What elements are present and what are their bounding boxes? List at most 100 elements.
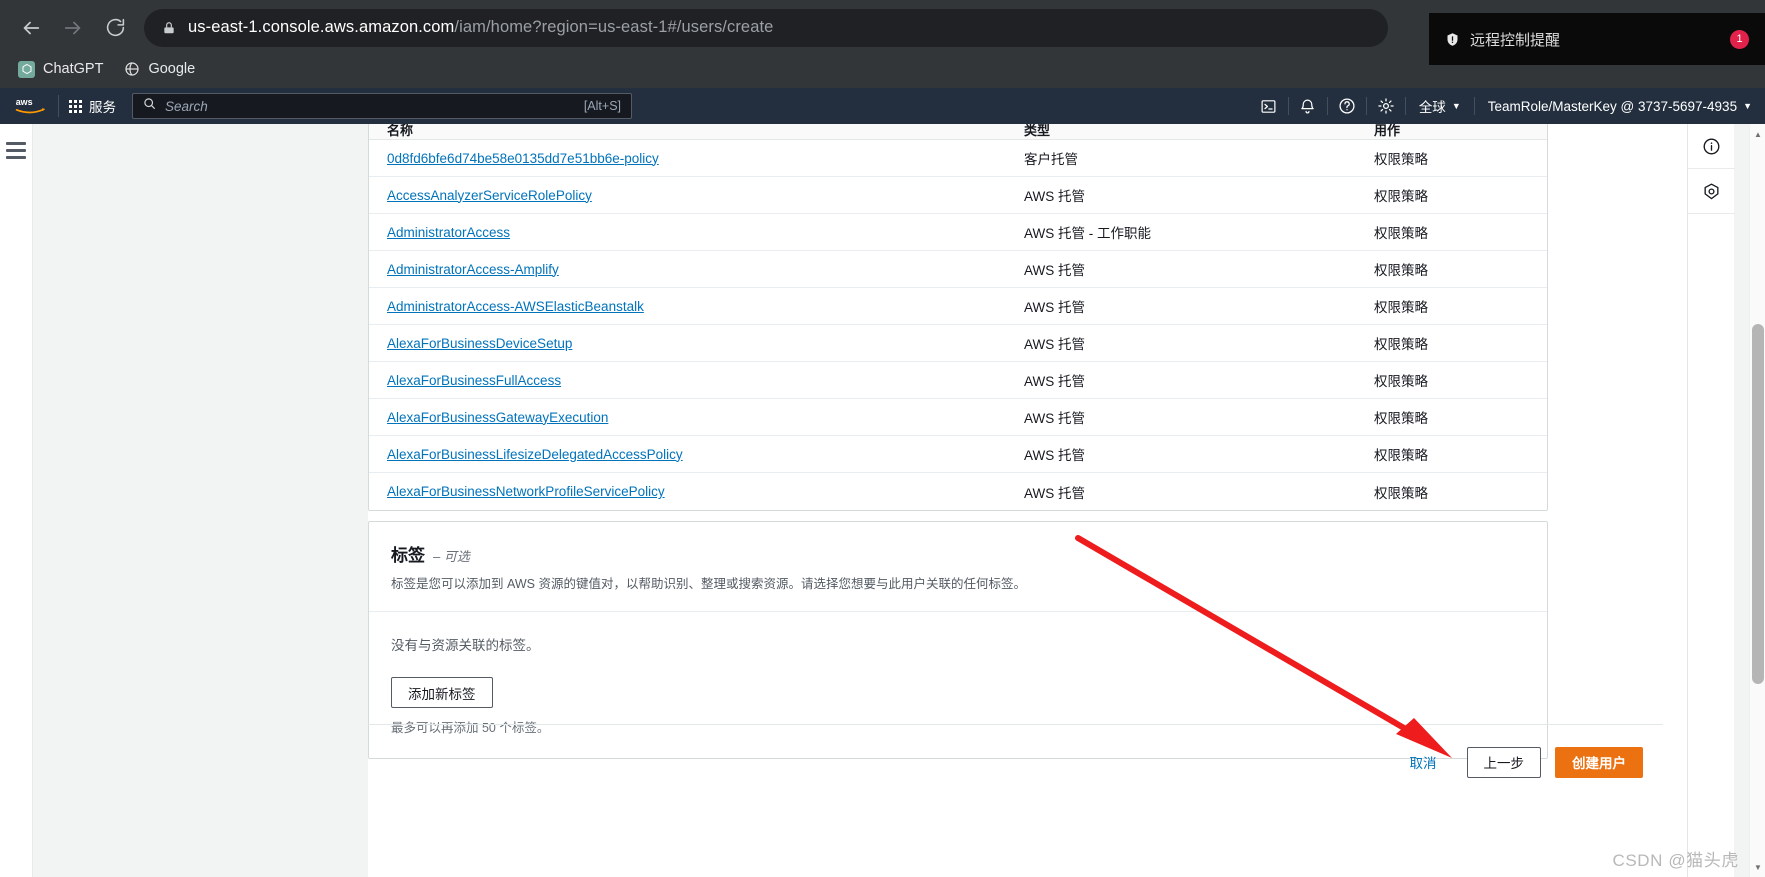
policy-name-cell: AccessAnalyzerServiceRolePolicy bbox=[369, 188, 1024, 203]
create-user-button[interactable]: 创建用户 bbox=[1555, 746, 1643, 778]
aws-logo[interactable]: aws bbox=[0, 95, 58, 117]
policy-used-as-cell: 权限策略 bbox=[1374, 300, 1428, 315]
account-menu[interactable]: TeamRole/MasterKey @ 3737-5697-4935 ▼ bbox=[1475, 88, 1765, 124]
tags-card-header: 标签 – 可选 标签是您可以添加到 AWS 资源的键值对，以帮助识别、整理或搜索… bbox=[369, 522, 1547, 613]
help-question-icon[interactable] bbox=[1328, 88, 1366, 124]
svg-text:aws: aws bbox=[16, 97, 33, 107]
right-gutter bbox=[1734, 124, 1749, 877]
tags-optional-label: – 可选 bbox=[433, 549, 470, 564]
policy-type-cell: AWS 托管 bbox=[1024, 189, 1086, 204]
policy-used-as-cell: 权限策略 bbox=[1374, 411, 1428, 426]
reload-icon[interactable] bbox=[94, 7, 136, 49]
policy-link[interactable]: AdministratorAccess-AWSElasticBeanstalk bbox=[387, 299, 644, 314]
table-row[interactable]: AdministratorAccess-AWSElasticBeanstalk A… bbox=[369, 288, 1547, 325]
policy-type-cell: AWS 托管 bbox=[1024, 300, 1086, 315]
scroll-up-arrow-icon[interactable]: ▲ bbox=[1750, 126, 1765, 142]
column-header-type[interactable]: 类型 bbox=[1024, 124, 1374, 139]
page-body: 名称 类型 用作 0d8fd6bfe6d74be58e0135dd7e51bb6… bbox=[0, 124, 1765, 877]
policy-link[interactable]: AccessAnalyzerServiceRolePolicy bbox=[387, 188, 592, 203]
toast-badge: 1 bbox=[1730, 29, 1749, 49]
page-scrollbar[interactable]: ▲ ▼ bbox=[1749, 124, 1765, 877]
policy-link[interactable]: AdministratorAccess-Amplify bbox=[387, 262, 559, 277]
table-row[interactable]: AdministratorAccess AWS 托管 - 工作职能 权限策略 bbox=[369, 214, 1547, 251]
policy-link[interactable]: AlexaForBusinessDeviceSetup bbox=[387, 336, 572, 351]
tags-title-text: 标签 bbox=[391, 546, 425, 565]
csdn-watermark: CSDN @猫头虎 bbox=[1612, 851, 1739, 870]
policy-name-cell: AlexaForBusinessNetworkProfileServicePol… bbox=[369, 484, 1024, 499]
table-row[interactable]: AlexaForBusinessGatewayExecution AWS 托管 权限… bbox=[369, 399, 1547, 436]
policy-link[interactable]: AlexaForBusinessNetworkProfileServicePol… bbox=[387, 484, 665, 499]
policy-table-card: 名称 类型 用作 0d8fd6bfe6d74be58e0135dd7e51bb6… bbox=[368, 124, 1548, 511]
footer-action-bar: 取消 上一步 创建用户 bbox=[368, 724, 1663, 799]
address-bar-url: us-east-1.console.aws.amazon.com/iam/hom… bbox=[188, 18, 774, 36]
policy-type-cell: AWS 托管 bbox=[1024, 374, 1086, 389]
services-label: 服务 bbox=[89, 100, 116, 115]
shield-alert-icon bbox=[1445, 31, 1460, 48]
region-selector[interactable]: 全球 ▼ bbox=[1406, 88, 1474, 124]
policy-used-as-cell: 权限策略 bbox=[1374, 337, 1428, 352]
policy-link[interactable]: AdministratorAccess bbox=[387, 225, 510, 240]
bookmark-label: ChatGPT bbox=[43, 61, 104, 77]
lock-icon bbox=[162, 20, 176, 36]
policy-type-cell: 客户托管 bbox=[1024, 152, 1078, 167]
policy-link[interactable]: AlexaForBusinessLifesizeDelegatedAccessP… bbox=[387, 447, 683, 462]
policy-used-as-cell: 权限策略 bbox=[1374, 485, 1428, 501]
table-row[interactable]: 0d8fd6bfe6d74be58e0135dd7e51bb6e-policy 客… bbox=[369, 140, 1547, 177]
bookmark-chatgpt[interactable]: ChatGPT bbox=[10, 55, 111, 83]
policy-name-cell: AdministratorAccess-AWSElasticBeanstalk bbox=[369, 299, 1024, 314]
toast-message: 远程控制提醒 bbox=[1470, 31, 1561, 49]
left-gutter bbox=[33, 124, 368, 877]
policy-link[interactable]: AlexaForBusinessGatewayExecution bbox=[387, 410, 608, 425]
search-input[interactable]: Search [Alt+S] bbox=[132, 93, 632, 119]
table-row[interactable]: AlexaForBusinessLifesizeDelegatedAccessP… bbox=[369, 436, 1547, 473]
table-row[interactable]: AccessAnalyzerServiceRolePolicy AWS 托管 权限策… bbox=[369, 177, 1547, 214]
search-placeholder: Search bbox=[165, 98, 208, 114]
tags-description: 标签是您可以添加到 AWS 资源的键值对，以帮助识别、整理或搜索资源。请选择您想… bbox=[391, 577, 1026, 591]
policy-link[interactable]: AlexaForBusinessFullAccess bbox=[387, 373, 561, 388]
column-header-name[interactable]: 名称 bbox=[369, 124, 1024, 139]
policy-name-cell: AlexaForBusinessGatewayExecution bbox=[369, 410, 1024, 425]
remote-control-toast[interactable]: 远程控制提醒 1 bbox=[1429, 13, 1765, 65]
table-row[interactable]: AlexaForBusinessFullAccess AWS 托管 权限策略 bbox=[369, 362, 1547, 399]
cloudshell-icon[interactable] bbox=[1250, 88, 1288, 124]
menu-hamburger-icon[interactable] bbox=[6, 142, 26, 877]
policy-used-as-cell: 权限策略 bbox=[1374, 374, 1428, 389]
table-row[interactable]: AlexaForBusinessDeviceSetup AWS 托管 权限策略 bbox=[369, 325, 1547, 362]
table-row[interactable]: AlexaForBusinessNetworkProfileServicePol… bbox=[369, 473, 1547, 510]
cancel-button[interactable]: 取消 bbox=[1394, 747, 1453, 778]
policy-name-cell: AlexaForBusinessDeviceSetup bbox=[369, 336, 1024, 351]
security-shield-icon[interactable] bbox=[1688, 169, 1735, 214]
account-label: TeamRole/MasterKey @ 3737-5697-4935 bbox=[1487, 98, 1738, 114]
region-label: 全球 bbox=[1418, 100, 1446, 115]
chatgpt-icon bbox=[18, 60, 35, 78]
table-row[interactable]: AdministratorAccess-Amplify AWS 托管 权限策略 bbox=[369, 251, 1547, 288]
previous-step-button[interactable]: 上一步 bbox=[1466, 746, 1541, 778]
scroll-down-arrow-icon[interactable]: ▼ bbox=[1750, 859, 1765, 875]
info-panel-icon[interactable] bbox=[1688, 124, 1735, 169]
chevron-down-icon: ▼ bbox=[1743, 101, 1752, 111]
policy-link[interactable]: 0d8fd6bfe6d74be58e0135dd7e51bb6e-policy bbox=[387, 151, 659, 166]
policy-table-body: 0d8fd6bfe6d74be58e0135dd7e51bb6e-policy 客… bbox=[369, 140, 1547, 510]
forward-arrow-icon[interactable] bbox=[52, 7, 94, 49]
column-header-used-as[interactable]: 用作 bbox=[1374, 124, 1544, 139]
address-bar[interactable]: us-east-1.console.aws.amazon.com/iam/hom… bbox=[144, 8, 1388, 47]
main-content: 名称 类型 用作 0d8fd6bfe6d74be58e0135dd7e51bb6… bbox=[368, 124, 1663, 877]
add-new-tag-button[interactable]: 添加新标签 bbox=[391, 677, 493, 709]
bookmark-google[interactable]: Google bbox=[115, 55, 203, 83]
scrollbar-thumb[interactable] bbox=[1752, 324, 1764, 684]
settings-gear-icon[interactable] bbox=[1367, 88, 1405, 124]
policy-table-header: 名称 类型 用作 bbox=[369, 124, 1547, 140]
policy-type-cell: AWS 托管 bbox=[1024, 263, 1086, 278]
services-menu-button[interactable]: 服务 bbox=[59, 88, 126, 124]
tags-empty-message: 没有与资源关联的标签。 bbox=[391, 638, 540, 654]
policy-name-cell: AdministratorAccess bbox=[369, 225, 1024, 240]
policy-type-cell: AWS 托管 bbox=[1024, 411, 1086, 426]
left-rail bbox=[0, 124, 33, 877]
back-arrow-icon[interactable] bbox=[10, 7, 52, 49]
policy-type-cell: AWS 托管 bbox=[1024, 448, 1086, 463]
aws-top-navigation: aws 服务 Search [Alt+S] 全球 ▼ TeamRole/Mast… bbox=[0, 88, 1765, 124]
right-rail bbox=[1687, 124, 1735, 877]
google-icon bbox=[123, 61, 140, 78]
notifications-bell-icon[interactable] bbox=[1289, 88, 1327, 124]
tags-title: 标签 – 可选 bbox=[391, 541, 1525, 566]
